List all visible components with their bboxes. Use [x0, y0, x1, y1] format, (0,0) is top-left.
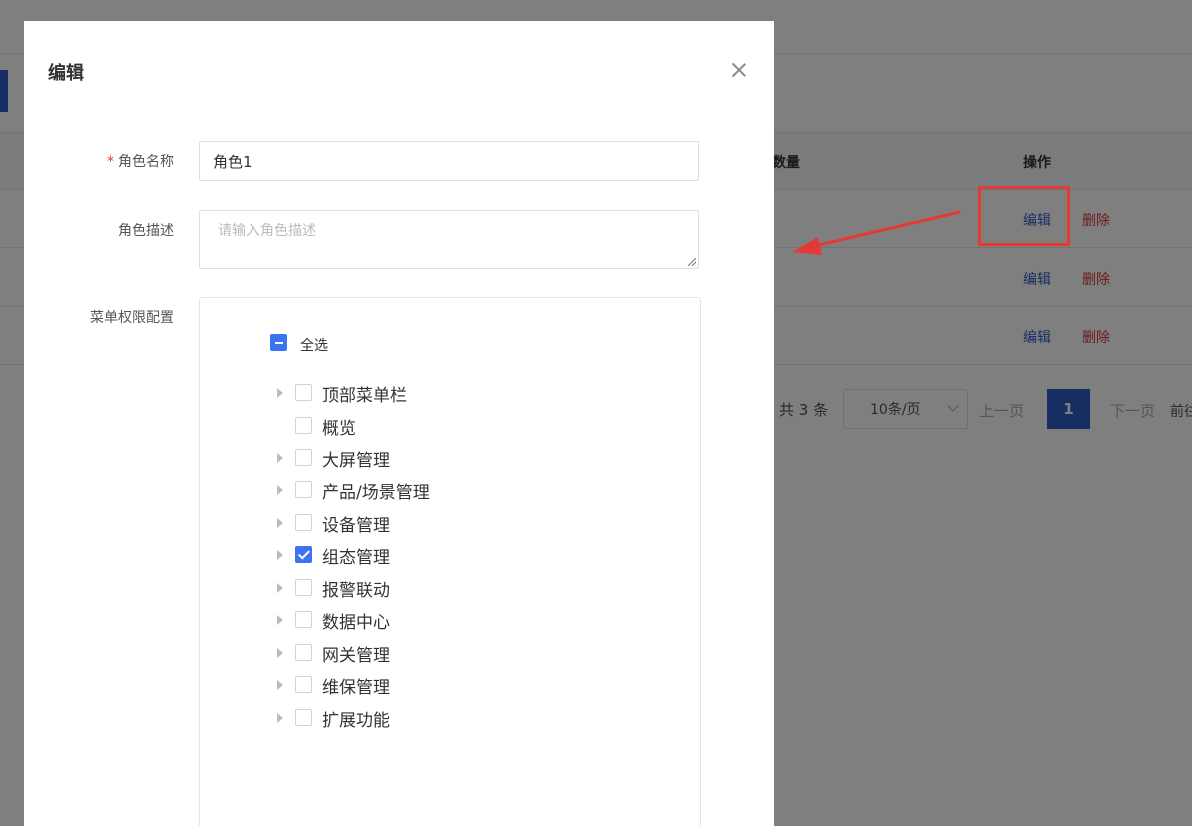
caret-right-icon[interactable]	[277, 680, 283, 690]
tree-node-checkbox[interactable]	[295, 546, 312, 563]
tree-node-top-menu[interactable]: 顶部菜单栏	[200, 379, 700, 407]
edit-role-dialog: 编辑 * 角色名称 角色1 角色描述 请输入角色描述 菜单权限配置 全选 顶部菜单…	[24, 21, 774, 826]
caret-right-icon[interactable]	[277, 550, 283, 560]
role-name-label: * 角色名称	[107, 151, 174, 171]
tree-node-checkbox[interactable]	[295, 514, 312, 531]
tree-node-label[interactable]: 报警联动	[322, 576, 390, 601]
role-desc-placeholder: 请输入角色描述	[218, 223, 316, 239]
tree-node-maintenance[interactable]: 维保管理	[200, 671, 700, 699]
tree-node-label[interactable]: 组态管理	[322, 543, 390, 568]
tree-node-configuration[interactable]: 组态管理	[200, 541, 700, 569]
tree-node-label[interactable]: 顶部菜单栏	[322, 381, 407, 406]
caret-right-icon[interactable]	[277, 713, 283, 723]
resize-handle-icon[interactable]	[688, 258, 696, 266]
menu-permission-label: 菜单权限配置	[90, 310, 174, 326]
close-icon[interactable]	[730, 61, 748, 79]
tree-node-extensions[interactable]: 扩展功能	[200, 704, 700, 732]
tree-node-data-center[interactable]: 数据中心	[200, 606, 700, 634]
select-all-label[interactable]: 全选	[300, 335, 328, 355]
caret-right-icon[interactable]	[277, 615, 283, 625]
tree-node-checkbox[interactable]	[295, 611, 312, 628]
select-all-checkbox[interactable]	[270, 334, 287, 351]
tree-node-label[interactable]: 网关管理	[322, 641, 390, 666]
annotation-arrow-icon	[792, 210, 961, 255]
dialog-title: 编辑	[48, 63, 84, 84]
caret-right-icon[interactable]	[277, 583, 283, 593]
required-mark: *	[107, 154, 114, 170]
caret-right-icon[interactable]	[277, 453, 283, 463]
tree-node-checkbox[interactable]	[295, 579, 312, 596]
tree-node-checkbox[interactable]	[295, 644, 312, 661]
tree-node-overview[interactable]: 概览	[200, 412, 700, 440]
annotation-highlight-box	[978, 186, 1070, 246]
tree-node-label[interactable]: 设备管理	[322, 511, 390, 536]
tree-node-product-scene[interactable]: 产品/场景管理	[200, 476, 700, 504]
tree-node-label[interactable]: 大屏管理	[322, 446, 390, 471]
caret-right-icon[interactable]	[277, 388, 283, 398]
role-name-value: 角色1	[213, 152, 253, 171]
tree-node-label[interactable]: 概览	[322, 414, 356, 439]
tree-node-label[interactable]: 数据中心	[322, 608, 390, 633]
tree-node-device-management[interactable]: 设备管理	[200, 509, 700, 537]
tree-node-checkbox[interactable]	[295, 709, 312, 726]
caret-right-icon[interactable]	[277, 485, 283, 495]
tree-node-alarm-linkage[interactable]: 报警联动	[200, 574, 700, 602]
tree-node-checkbox[interactable]	[295, 417, 312, 434]
tree-node-checkbox[interactable]	[295, 676, 312, 693]
caret-right-icon[interactable]	[277, 648, 283, 658]
tree-node-checkbox[interactable]	[295, 481, 312, 498]
tree-node-label[interactable]: 产品/场景管理	[322, 478, 430, 503]
caret-right-icon[interactable]	[277, 518, 283, 528]
tree-node-label[interactable]: 维保管理	[322, 673, 390, 698]
tree-node-label[interactable]: 扩展功能	[322, 706, 390, 731]
role-name-input[interactable]: 角色1	[199, 141, 699, 181]
menu-permission-tree: 全选 顶部菜单栏 概览 大屏管理 产品/场景管理 设备管理 组态管理 报警联动 …	[199, 297, 701, 826]
tree-node-screen-management[interactable]: 大屏管理	[200, 444, 700, 472]
role-desc-textarea[interactable]: 请输入角色描述	[199, 210, 699, 269]
tree-node-checkbox[interactable]	[295, 449, 312, 466]
role-desc-label: 角色描述	[118, 223, 174, 239]
role-name-label-text: 角色名称	[118, 154, 174, 170]
tree-node-gateway-management[interactable]: 网关管理	[200, 639, 700, 667]
tree-node-checkbox[interactable]	[295, 384, 312, 401]
